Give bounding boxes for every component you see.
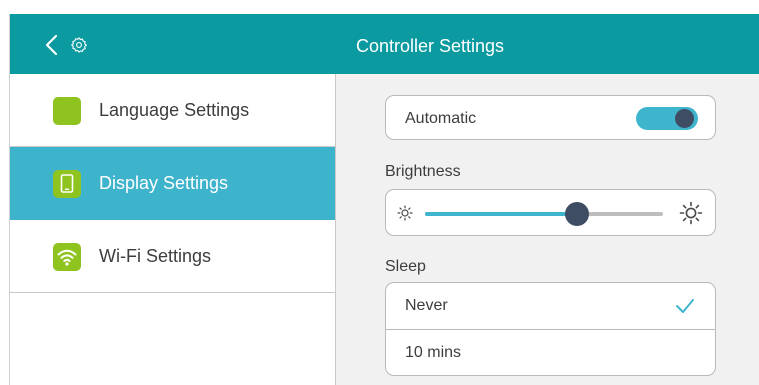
option-label: 10 mins <box>405 344 462 361</box>
brightness-row <box>385 189 716 236</box>
option-label: Never <box>405 297 448 314</box>
sidebar-item-display[interactable]: Display Settings <box>10 147 335 220</box>
sun-small-icon <box>397 205 413 221</box>
toggle-knob <box>675 109 694 128</box>
brightness-slider[interactable] <box>425 202 663 226</box>
sidebar-item-wifi[interactable]: Wi-Fi Settings <box>10 220 335 293</box>
brightness-slider-thumb[interactable] <box>565 202 590 226</box>
sidebar-item-label: Wi-Fi Settings <box>99 246 212 266</box>
sidebar-item-label: Language Settings <box>99 100 250 120</box>
settings-sidebar: Language Settings Display Settings Wi-Fi… <box>10 74 336 385</box>
brightness-label: Brightness <box>385 163 461 180</box>
check-icon <box>676 299 694 313</box>
sleep-label: Sleep <box>385 258 426 275</box>
controller-settings-window: Controller Settings Language Settings Di… <box>9 14 759 385</box>
language-icon <box>53 97 81 125</box>
sun-large-icon <box>679 201 703 225</box>
tablet-icon <box>53 170 81 198</box>
brightness-fill <box>425 212 578 216</box>
sleep-option-never[interactable]: Never <box>386 283 715 329</box>
sidebar-item-label: Display Settings <box>99 173 229 193</box>
wifi-icon <box>53 243 81 271</box>
header-bar: Controller Settings <box>10 14 759 74</box>
sleep-options: Never 10 mins <box>385 282 716 376</box>
automatic-toggle[interactable] <box>636 107 698 130</box>
automatic-row: Automatic <box>385 95 716 140</box>
automatic-label: Automatic <box>405 110 477 127</box>
sleep-option-10-mins[interactable]: 10 mins <box>386 330 715 375</box>
sidebar-item-language[interactable]: Language Settings <box>10 74 335 147</box>
page-title: Controller Settings <box>355 36 505 56</box>
display-settings-panel: Automatic Brightness Sleep Never 10 mins <box>336 74 759 385</box>
